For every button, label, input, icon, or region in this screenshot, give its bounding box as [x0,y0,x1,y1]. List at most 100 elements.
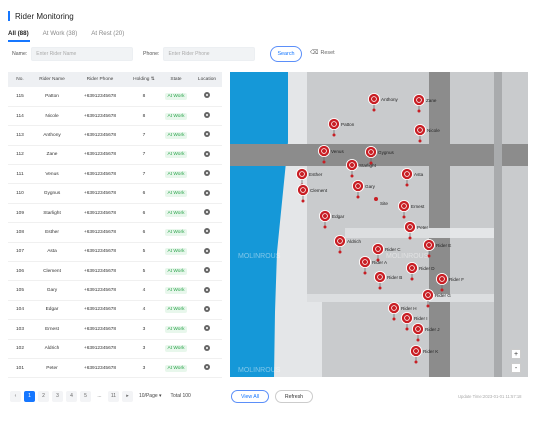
table-row[interactable]: 102 Aldrich +63912345678 3 At Work [8,339,222,359]
rider-name-link[interactable]: Gary [32,280,72,301]
table-row[interactable]: 107 Asta +63912345678 5 At Work [8,242,222,263]
zoom-in-button[interactable]: + [511,349,521,359]
col-holding[interactable]: Holding ⇅ [128,72,160,87]
rider-phone: +63912345678 [72,87,128,107]
rider-name-link[interactable]: Anthony [32,125,72,146]
table-row[interactable]: 113 Anthony +63912345678 7 At Work [8,125,222,146]
locate-icon[interactable] [204,305,210,312]
rider-map[interactable]: Anthony Zane Patton Nicole Venus Gygnus Starli… [230,72,528,377]
prev-page-button[interactable]: ‹ [10,390,21,402]
next-page-button[interactable]: ▸ [122,390,133,402]
map-canvas[interactable]: Anthony Zane Patton Nicole Venus Gygnus Starli… [230,72,528,377]
location-cell [192,222,222,243]
locate-icon[interactable] [204,189,210,196]
locate-icon[interactable] [204,92,210,99]
rider-marker-icon [371,242,385,256]
locate-icon[interactable] [204,150,210,157]
table-row[interactable]: 106 Clement +63912345678 5 At Work [8,261,222,282]
page-button[interactable]: 2 [38,390,49,402]
table-row[interactable]: 109 Starlight +63912345678 6 At Work [8,203,222,224]
rider-name-link[interactable]: Peter [32,358,72,379]
rider-name-link[interactable]: Esther [32,222,72,243]
rider-marker-label: Anthony [381,97,399,102]
rider-name-link[interactable]: Patton [32,87,72,107]
table-row[interactable]: 110 Gygnus +63912345678 6 At Work [8,183,222,204]
page-button[interactable]: 3 [52,390,63,402]
chevron-down-icon: ▾ [157,393,162,399]
rider-name-link[interactable]: Gygnus [32,183,72,204]
rider-name-link[interactable]: Zane [32,145,72,166]
search-button[interactable]: Search [270,46,302,62]
marker-point [410,277,414,281]
rider-name-link[interactable]: Clement [32,261,72,282]
view-all-button[interactable]: View All [231,390,269,403]
rider-name-input[interactable]: Enter Rider Name [31,47,134,61]
row-no: 114 [8,106,32,127]
page-button[interactable]: 1 [24,390,35,402]
row-no: 105 [8,280,32,301]
rider-name-link[interactable]: Ernest [32,319,72,340]
rider-marker-label: Rider G [435,293,451,298]
rider-name-link[interactable]: Edgar [32,300,72,321]
location-cell [192,183,222,204]
locate-icon[interactable] [204,170,210,177]
page-button[interactable]: 5 [80,390,91,402]
marker-point [378,286,382,290]
table-row[interactable]: 104 Edgar +63912345678 4 At Work [8,300,222,321]
rider-name-link[interactable]: Asta [32,242,72,263]
rider-marker-icon [421,288,435,302]
status-badge: At Work [164,151,188,159]
holding-count: 7 [128,125,160,146]
locate-icon[interactable] [204,267,210,274]
table-row[interactable]: 115 Patton +63912345678 8 At Work [8,87,222,107]
locate-icon[interactable] [204,325,210,332]
locate-icon[interactable] [204,112,210,119]
locate-icon[interactable] [204,247,210,254]
page-button[interactable]: 11 [108,390,119,402]
tab-all[interactable]: All (88) [8,30,29,37]
location-cell [192,164,222,185]
state-cell: At Work [160,87,192,107]
rider-marker-label: Rider E [436,243,451,248]
locate-icon[interactable] [204,209,210,216]
table-row[interactable]: 108 Esther +63912345678 6 At Work [8,222,222,243]
rider-name-link[interactable]: Starlight [32,203,72,224]
table-row[interactable]: 105 Gary +63912345678 4 At Work [8,280,222,301]
per-page-select[interactable]: 10/Page ▾ [139,393,162,399]
state-cell: At Work [160,145,192,166]
locate-icon[interactable] [204,228,210,235]
locate-icon[interactable] [204,364,210,371]
status-badge: At Work [164,209,188,217]
table-row[interactable]: 112 Zane +63912345678 7 At Work [8,145,222,166]
status-tabs: All (88) At Work (38) At Rest (20) [8,30,138,37]
row-no: 101 [8,358,32,379]
reset-button[interactable]: ⌫ Reset [310,49,335,57]
table-row[interactable]: 103 Ernest +63912345678 3 At Work [8,319,222,340]
locate-icon[interactable] [204,344,210,351]
rider-marker-icon [317,144,331,158]
table-row[interactable]: 101 Peter +63912345678 3 At Work [8,358,222,379]
rider-marker-label: Zane [426,98,437,103]
rider-name-link[interactable]: Nicole [32,106,72,127]
table-row[interactable]: 111 Venus +63912345678 7 At Work [8,164,222,185]
map-block [450,302,494,377]
row-no: 107 [8,242,32,263]
tab-at-work[interactable]: At Work (38) [43,30,78,37]
rider-name-link[interactable]: Aldrich [32,339,72,359]
tab-at-rest[interactable]: At Rest (20) [91,30,124,37]
zoom-out-button[interactable]: - [511,363,521,373]
col-rider-name: Rider Name [32,72,72,87]
rider-phone: +63912345678 [72,164,128,185]
page-button[interactable]: 4 [66,390,77,402]
rider-name-link[interactable]: Venus [32,164,72,185]
holding-count: 7 [128,145,160,166]
table-row[interactable]: 114 Nicole +63912345678 8 At Work [8,106,222,127]
status-badge: At Work [164,228,188,236]
location-cell [192,319,222,340]
refresh-button[interactable]: Refresh [275,390,313,403]
rider-phone: +63912345678 [72,261,128,282]
rider-phone-input[interactable]: Enter Rider Phone [163,47,256,61]
locate-icon[interactable] [204,131,210,138]
locate-icon[interactable] [204,286,210,293]
marker-point [332,133,336,137]
